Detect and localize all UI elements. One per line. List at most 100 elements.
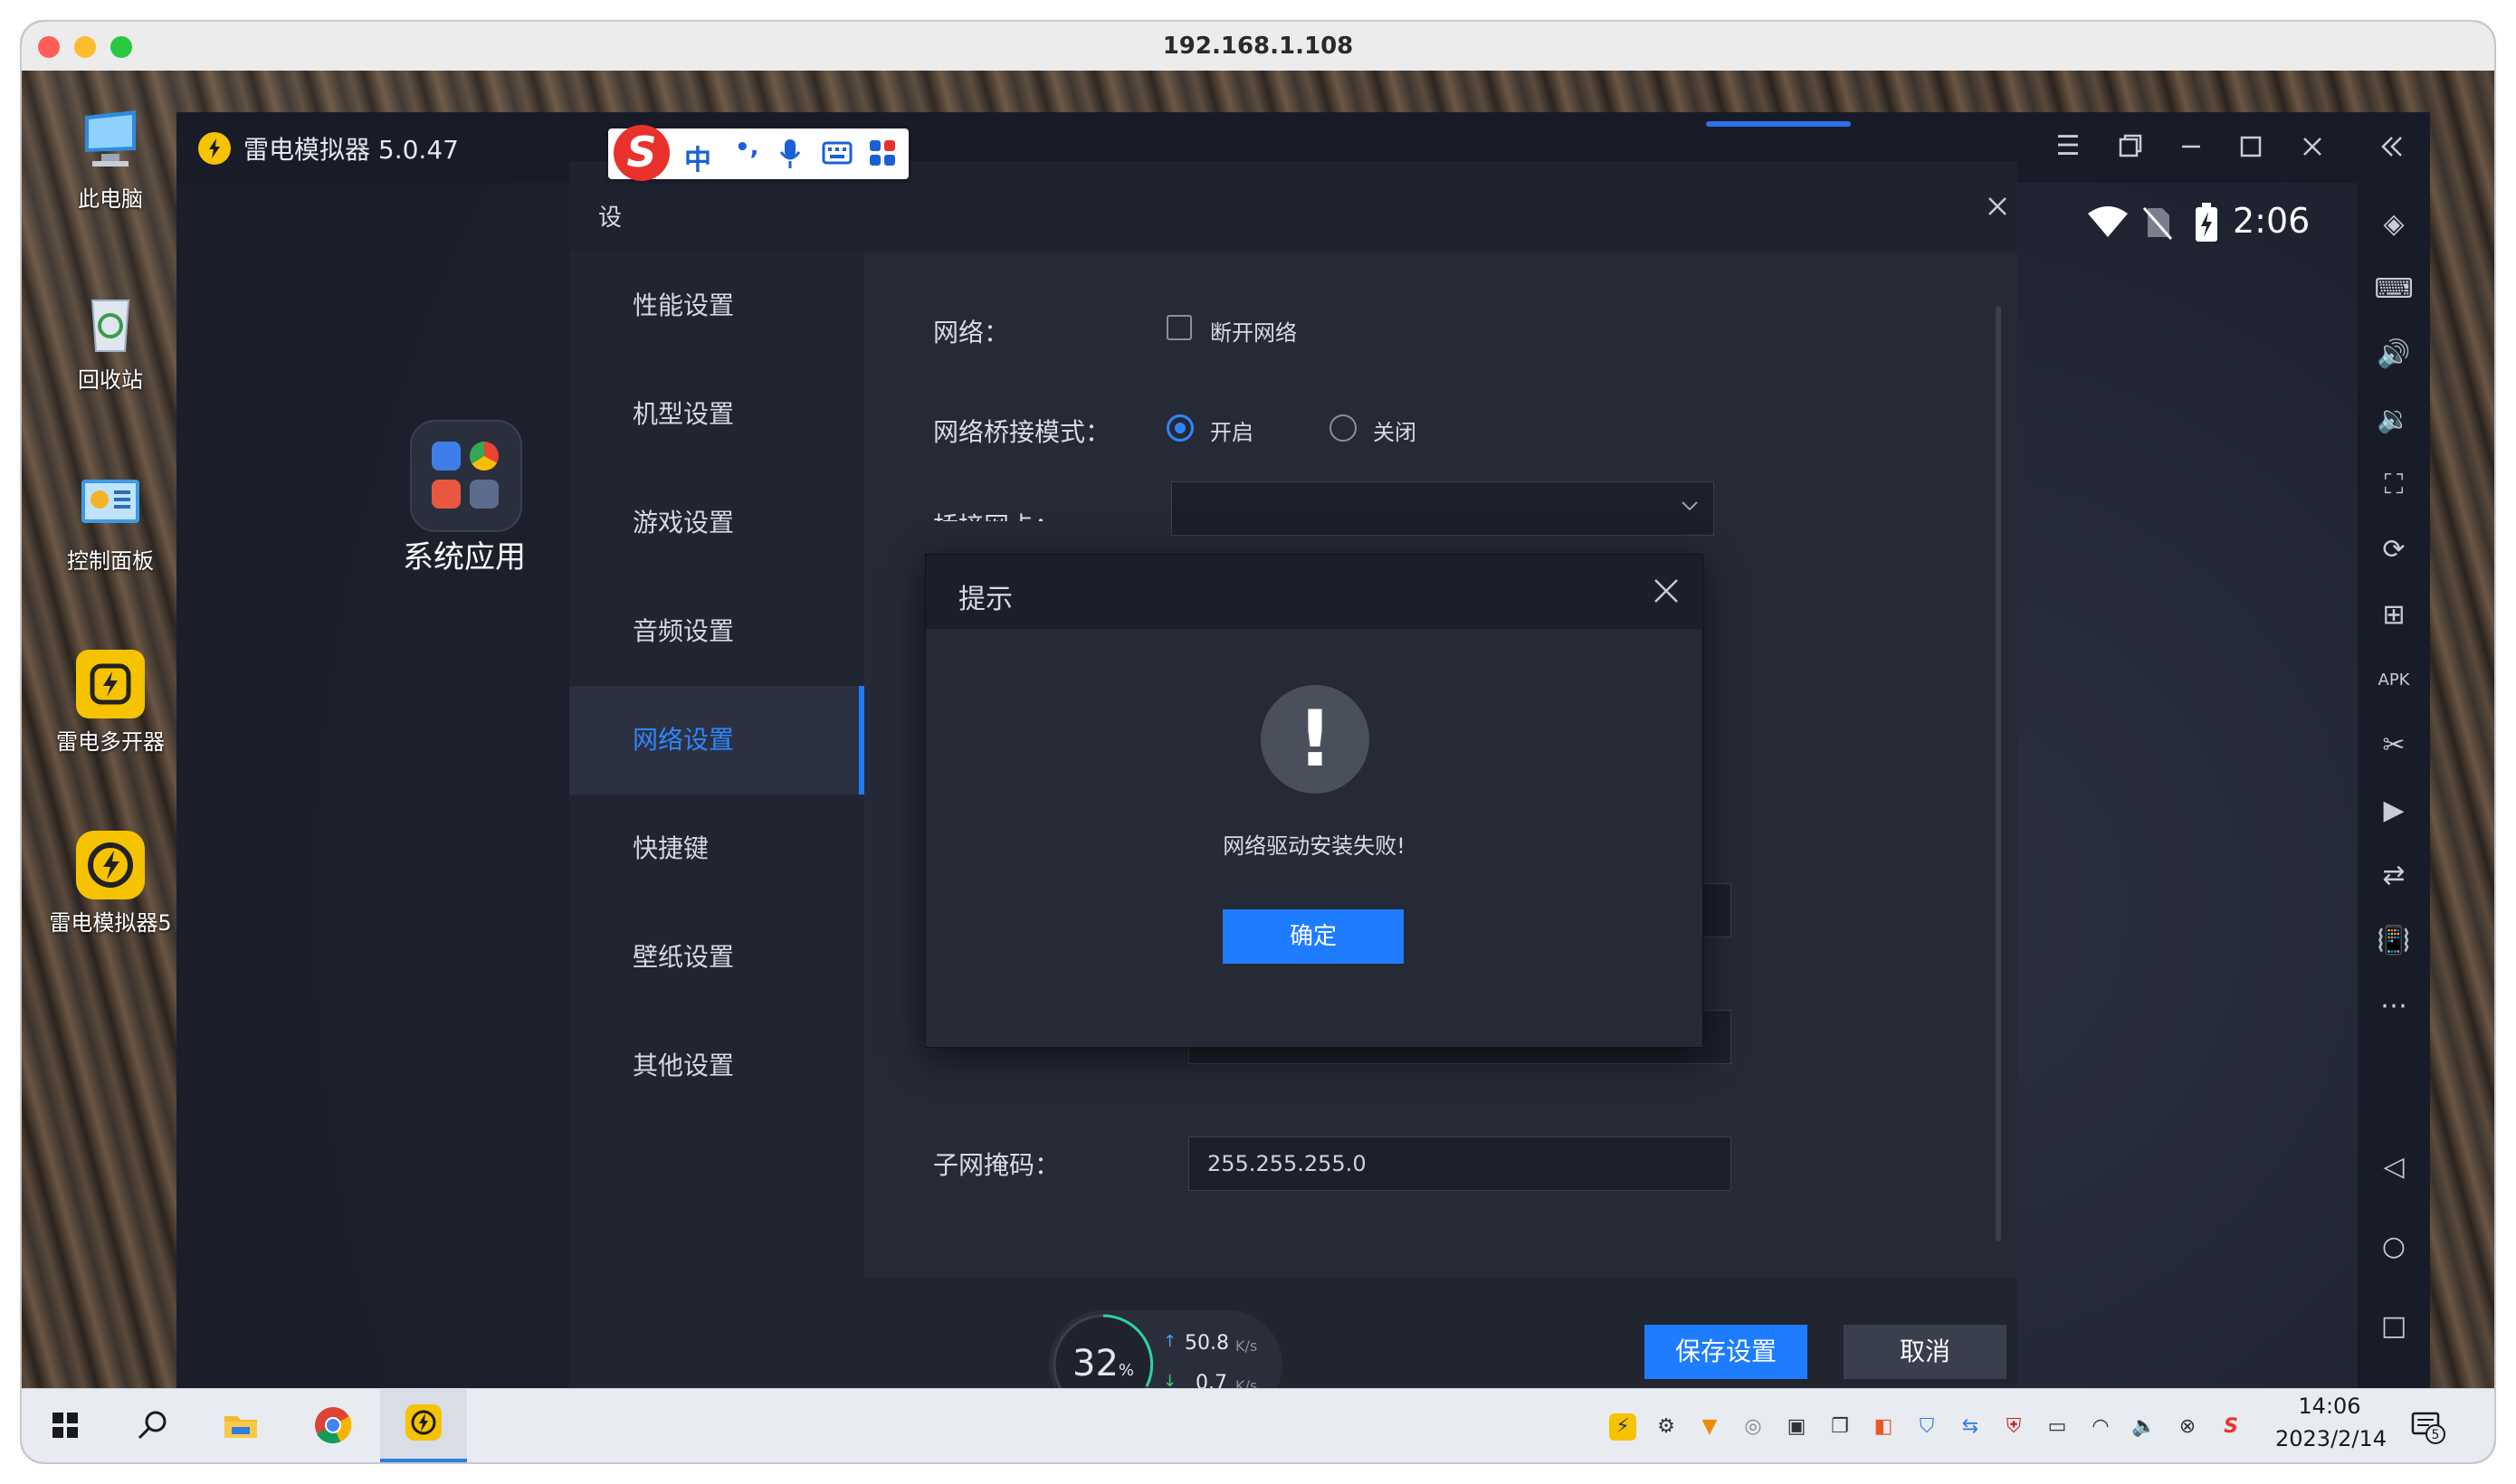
disconnect-checkbox[interactable]: [1167, 315, 1192, 340]
save-settings-button[interactable]: 保存设置: [1644, 1325, 1807, 1379]
security-tray-icon[interactable]: ⛨: [2000, 1413, 2027, 1441]
cancel-label: 取消: [1899, 1337, 1950, 1366]
bridge-mode-label: 网络桥接模式：: [933, 417, 1111, 447]
taskbar-ldplayer-active[interactable]: [380, 1388, 467, 1462]
back-icon[interactable]: ◁: [2372, 1146, 2416, 1189]
clock-time[interactable]: 14:06: [2275, 1394, 2384, 1419]
bridge-card-select[interactable]: [1171, 481, 1714, 536]
shield-icon[interactable]: ⛉: [1913, 1413, 1940, 1441]
mic-icon[interactable]: [777, 138, 804, 170]
punctuation-toggle[interactable]: •,: [735, 134, 759, 161]
ime-status-icon[interactable]: ⊗: [2174, 1413, 2201, 1441]
bridge-card-label: 桥接网卡：: [933, 507, 1060, 521]
settings-close-icon[interactable]: [1981, 190, 2014, 223]
ldplayer-taskbar-icon: [405, 1404, 442, 1441]
rotate-icon[interactable]: ⟳: [2372, 528, 2416, 572]
sync-tray-icon[interactable]: ⇆: [1957, 1413, 1984, 1441]
headset-tray-icon[interactable]: ◎: [1739, 1413, 1767, 1441]
desktop-icon-label: 回收站: [78, 367, 143, 393]
nav-other[interactable]: 其他设置: [569, 1012, 864, 1120]
subnet-input[interactable]: 255.255.255.0: [1188, 1137, 1731, 1191]
copy-tray-icon[interactable]: ❐: [1826, 1413, 1854, 1441]
multi-instance-icon[interactable]: ⊞: [2372, 594, 2416, 637]
settings-tray-icon[interactable]: ⚙: [1653, 1413, 1680, 1441]
ok-button[interactable]: 确定: [1223, 909, 1404, 964]
ldplayer-tray-icon[interactable]: ⚡: [1609, 1413, 1636, 1441]
wifi-icon: [2086, 205, 2130, 241]
minimize-icon[interactable]: [2173, 128, 2209, 165]
control-panel-icon: [76, 469, 145, 537]
network-tray-icon[interactable]: ▣: [1783, 1413, 1810, 1441]
shake-icon[interactable]: 📳: [2372, 919, 2416, 963]
search-icon[interactable]: [127, 1400, 177, 1451]
cpu-percent-unit: %: [1118, 1361, 1135, 1380]
ime-mode-toggle[interactable]: 中: [684, 138, 711, 177]
bridge-off-radio[interactable]: [1329, 414, 1357, 442]
nav-audio[interactable]: 音频设置: [569, 577, 864, 686]
keymap-icon[interactable]: ◈: [2372, 203, 2416, 246]
content-scrollbar[interactable]: [1996, 306, 2001, 1241]
soft-keyboard-icon[interactable]: [822, 139, 853, 166]
files-app-icon: [432, 480, 461, 509]
disconnect-label: 断开网络: [1210, 320, 1297, 346]
toolbox-icon[interactable]: [867, 138, 898, 168]
ok-label: 确定: [1289, 923, 1337, 950]
nav-shortcuts[interactable]: 快捷键: [569, 794, 864, 903]
recents-icon[interactable]: □: [2372, 1305, 2416, 1348]
tray-app-icon[interactable]: ▼: [1696, 1413, 1723, 1441]
cancel-button[interactable]: 取消: [1844, 1325, 2006, 1379]
settings-title: 设: [598, 205, 623, 232]
desktop-icon-label: 雷电多开器: [56, 729, 165, 755]
start-icon[interactable]: [40, 1400, 91, 1451]
fullscreen-icon[interactable]: ⛶: [2372, 463, 2416, 507]
wifi-tray-icon[interactable]: ◠: [2087, 1413, 2114, 1441]
home-icon[interactable]: ○: [2372, 1225, 2416, 1269]
more-icon[interactable]: ⋯: [2372, 985, 2416, 1028]
loading-indicator: [1706, 121, 1851, 127]
no-sim-icon: [2140, 205, 2173, 241]
battery-charging-icon: [2193, 203, 2220, 243]
app-folder-label: 系统应用: [403, 539, 526, 576]
desktop-icon-multi-opener[interactable]: 雷电多开器: [47, 650, 174, 756]
clock-date[interactable]: 2023/2/14: [2275, 1426, 2387, 1451]
notification-icon[interactable]: 5: [2407, 1406, 2447, 1446]
chrome-app-icon: [470, 442, 499, 471]
office-tray-icon[interactable]: ◧: [1870, 1413, 1897, 1441]
menu-icon[interactable]: ☰: [2050, 128, 2086, 165]
volume-up-icon[interactable]: 🔊: [2372, 333, 2416, 376]
nav-network[interactable]: 网络设置: [569, 686, 864, 794]
collapse-sidebar-icon[interactable]: [2372, 128, 2408, 165]
file-explorer-icon[interactable]: [215, 1400, 266, 1451]
close-icon[interactable]: [2294, 128, 2330, 165]
subnet-label: 子网掩码：: [933, 1150, 1061, 1180]
record-icon[interactable]: ▶: [2372, 789, 2416, 832]
save-settings-label: 保存设置: [1674, 1337, 1777, 1366]
nav-wallpaper[interactable]: 壁纸设置: [569, 903, 864, 1012]
screenshot-icon[interactable]: ✂: [2372, 724, 2416, 767]
alert-title: 提示: [958, 584, 1013, 615]
desktop-icon-ldplayer[interactable]: 雷电模拟器5: [47, 831, 174, 937]
nav-game[interactable]: 游戏设置: [569, 469, 864, 577]
desktop-icon-this-pc[interactable]: 此电脑: [47, 107, 174, 213]
nav-model[interactable]: 机型设置: [569, 360, 864, 469]
install-apk-icon[interactable]: APK: [2372, 659, 2416, 702]
browser-window: 192.168.1.108 此电脑 回收站 控制面板 雷电多开器 雷电模拟器5 …: [22, 22, 2494, 1462]
speaker-icon[interactable]: 🔈: [2130, 1413, 2158, 1441]
desktop-icon-recycle-bin[interactable]: 回收站: [47, 288, 174, 394]
remote-desktop: 此电脑 回收站 控制面板 雷电多开器 雷电模拟器5 雷电模拟器 5.0.47 ☰…: [22, 71, 2494, 1424]
restore-icon[interactable]: [2111, 128, 2148, 165]
battery-tray-icon[interactable]: ▭: [2044, 1413, 2071, 1441]
desktop-icon-control-panel[interactable]: 控制面板: [47, 469, 174, 575]
system-apps-folder[interactable]: [410, 420, 522, 532]
maximize-icon[interactable]: [2233, 128, 2269, 165]
sogou-logo-icon[interactable]: S: [614, 125, 670, 181]
keyboard-icon[interactable]: ⌨: [2372, 268, 2416, 311]
nav-performance[interactable]: 性能设置: [569, 252, 864, 360]
cpu-percent-value: 32: [1072, 1343, 1119, 1384]
volume-down-icon[interactable]: 🔉: [2372, 398, 2416, 442]
alert-close-icon[interactable]: [1650, 575, 1682, 607]
bridge-on-radio[interactable]: [1167, 414, 1194, 442]
sogou-tray-icon[interactable]: S: [2217, 1413, 2244, 1441]
sync-icon[interactable]: ⇄: [2372, 854, 2416, 898]
chrome-icon[interactable]: [308, 1400, 358, 1451]
